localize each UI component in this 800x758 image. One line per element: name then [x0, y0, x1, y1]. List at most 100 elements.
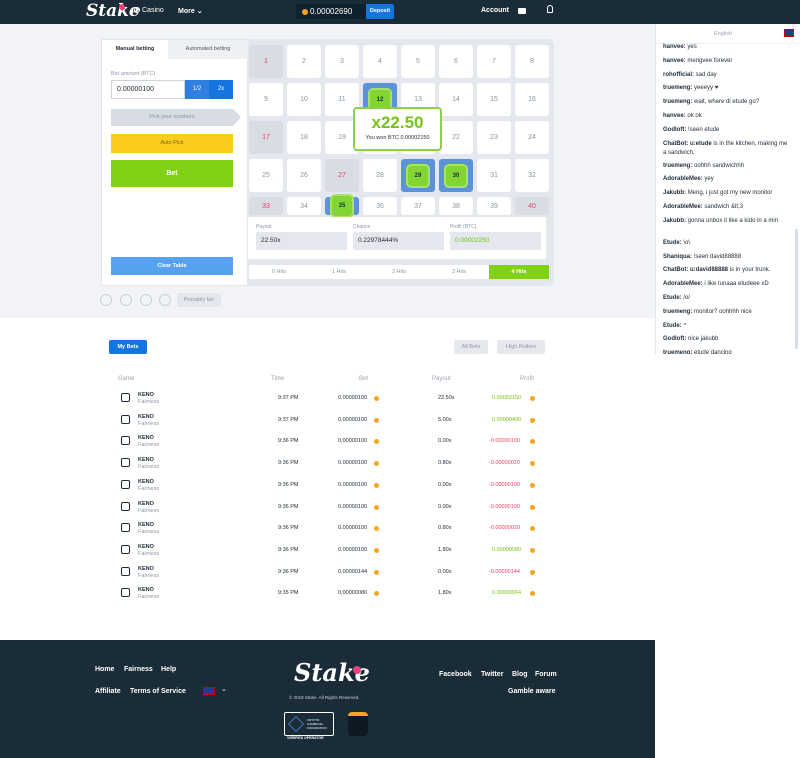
- bet-amount-input[interactable]: 0.00000100: [111, 80, 185, 99]
- balance-display[interactable]: 0.00002690: [296, 4, 366, 19]
- chat-username[interactable]: Jakubb:: [663, 218, 686, 224]
- keno-tile[interactable]: 32: [515, 159, 549, 192]
- keno-tile[interactable]: 4: [363, 45, 397, 78]
- lightbulb-icon[interactable]: [547, 5, 553, 13]
- casino-nav[interactable]: Casino: [134, 7, 164, 14]
- keno-tile[interactable]: 22: [439, 121, 473, 154]
- keno-tile[interactable]: 29: [401, 159, 435, 192]
- keno-tile[interactable]: 36: [363, 197, 397, 215]
- chat-username[interactable]: Godloft:: [663, 336, 686, 342]
- keno-tile[interactable]: 38: [439, 197, 473, 215]
- chat-username[interactable]: rohofficial:: [663, 72, 694, 78]
- footer-home-link[interactable]: Home: [95, 666, 114, 673]
- chat-username[interactable]: Jakubb:: [663, 190, 686, 196]
- chat-username[interactable]: truemeng:: [663, 350, 692, 354]
- provably-fair-button[interactable]: Provably fair: [177, 293, 221, 307]
- footer-forum-link[interactable]: Forum: [535, 671, 557, 678]
- clear-table-button[interactable]: Clear Table: [111, 257, 233, 275]
- keno-tile[interactable]: 33: [249, 197, 283, 215]
- half-bet-button[interactable]: 1/2: [185, 80, 209, 99]
- chat-message: truemeng: wait, where di etude go?: [663, 98, 791, 107]
- chat-username[interactable]: hanvee:: [663, 113, 686, 119]
- keno-tile[interactable]: 14: [439, 83, 473, 116]
- keno-tile[interactable]: 24: [515, 121, 549, 154]
- uk-flag-icon[interactable]: [203, 687, 215, 695]
- stake-logo[interactable]: Stake: [86, 1, 140, 21]
- mail-icon[interactable]: [518, 8, 526, 14]
- footer-twitter-link[interactable]: Twitter: [481, 671, 503, 678]
- chat-username[interactable]: ChatBot: u:david88888: [663, 267, 728, 273]
- keno-tile[interactable]: 30: [439, 159, 473, 192]
- chat-username[interactable]: AdorableMee:: [663, 176, 703, 182]
- account-link[interactable]: Account: [481, 7, 509, 14]
- keno-tile[interactable]: 35: [325, 194, 359, 218]
- keno-tile[interactable]: 10: [287, 83, 321, 116]
- keno-tile[interactable]: 7: [477, 45, 511, 78]
- keno-tile[interactable]: 23: [477, 121, 511, 154]
- footer-affiliate-link[interactable]: Affiliate: [95, 688, 121, 695]
- chat-username[interactable]: ChatBot: u:etude: [663, 141, 712, 147]
- keno-tile[interactable]: 18: [287, 121, 321, 154]
- tab-all-bets[interactable]: All Bets: [454, 340, 488, 354]
- keno-tile[interactable]: 15: [477, 83, 511, 116]
- footer-terms-link[interactable]: Terms of Service: [130, 688, 186, 695]
- chat-username[interactable]: Etude:: [663, 295, 682, 301]
- keno-tile[interactable]: 26: [287, 159, 321, 192]
- chat-username[interactable]: AdorableMee:: [663, 204, 703, 210]
- gaming-license-seal-icon[interactable]: [348, 712, 368, 736]
- auto-pick-button[interactable]: Auto Pick: [111, 134, 233, 153]
- double-bet-button[interactable]: 2x: [209, 80, 233, 99]
- keno-tile[interactable]: 37: [401, 197, 435, 215]
- keno-tile[interactable]: 5: [401, 45, 435, 78]
- chat-username[interactable]: truemeng:: [663, 309, 692, 315]
- crypto-gambling-foundation-badge[interactable]: CRYPTO GAMBLING FOUNDATION: [284, 712, 334, 736]
- footer-fairness-link[interactable]: Fairness: [124, 666, 153, 673]
- keno-tile[interactable]: 17: [249, 121, 283, 154]
- deposit-button[interactable]: Deposit: [366, 4, 394, 19]
- keno-tile[interactable]: 39: [477, 197, 511, 215]
- sound-icon[interactable]: [140, 294, 152, 306]
- more-menu[interactable]: More ⌄: [178, 7, 203, 15]
- chat-username[interactable]: truemeng:: [663, 99, 692, 105]
- keno-tile[interactable]: 8: [515, 45, 549, 78]
- chat-username[interactable]: AdorableMee:: [663, 281, 703, 287]
- keno-tile[interactable]: 34: [287, 197, 321, 215]
- chat-username[interactable]: truemeng:: [663, 85, 692, 91]
- footer-gamble-aware-link[interactable]: Gamble aware: [508, 688, 555, 695]
- keno-tile[interactable]: 9: [249, 83, 283, 116]
- chat-username[interactable]: Shaniqua:: [663, 254, 692, 260]
- chat-username[interactable]: hanvee:: [663, 44, 686, 50]
- shield-icon: [288, 716, 304, 732]
- header-game: Game: [118, 376, 135, 382]
- keno-tile[interactable]: 28: [363, 159, 397, 192]
- keno-tile[interactable]: 40: [515, 197, 549, 215]
- keno-tile[interactable]: 2: [287, 45, 321, 78]
- tab-manual-betting[interactable]: Manual betting: [102, 40, 168, 59]
- tab-automated-betting[interactable]: Automated betting: [168, 40, 248, 59]
- settings-icon[interactable]: [100, 294, 112, 306]
- chat-username[interactable]: hanvee:: [663, 58, 686, 64]
- chevron-down-icon[interactable]: ⌄: [221, 685, 227, 693]
- footer-facebook-link[interactable]: Facebook: [439, 671, 472, 678]
- chat-username[interactable]: Etude:: [663, 323, 682, 329]
- keno-tile[interactable]: 1: [249, 45, 283, 78]
- uk-flag-icon[interactable]: [784, 29, 794, 37]
- chat-language[interactable]: English: [714, 31, 732, 37]
- chat-username[interactable]: truemeng:: [663, 163, 692, 169]
- tab-high-rollers[interactable]: High Rollers: [497, 340, 545, 354]
- keno-tile[interactable]: 27: [325, 159, 359, 192]
- footer-blog-link[interactable]: Blog: [512, 671, 528, 678]
- keno-tile[interactable]: 31: [477, 159, 511, 192]
- footer-help-link[interactable]: Help: [161, 666, 176, 673]
- chat-username[interactable]: Godloft:: [663, 127, 686, 133]
- stats-icon[interactable]: [159, 294, 171, 306]
- chat-username[interactable]: Etude:: [663, 240, 682, 246]
- keno-tile[interactable]: 6: [439, 45, 473, 78]
- chat-scrollbar[interactable]: [795, 229, 798, 349]
- keno-tile[interactable]: 25: [249, 159, 283, 192]
- bet-button[interactable]: Bet: [111, 160, 233, 187]
- help-icon[interactable]: [120, 294, 132, 306]
- keno-tile[interactable]: 16: [515, 83, 549, 116]
- keno-tile[interactable]: 3: [325, 45, 359, 78]
- tab-my-bets[interactable]: My Bets: [109, 340, 147, 354]
